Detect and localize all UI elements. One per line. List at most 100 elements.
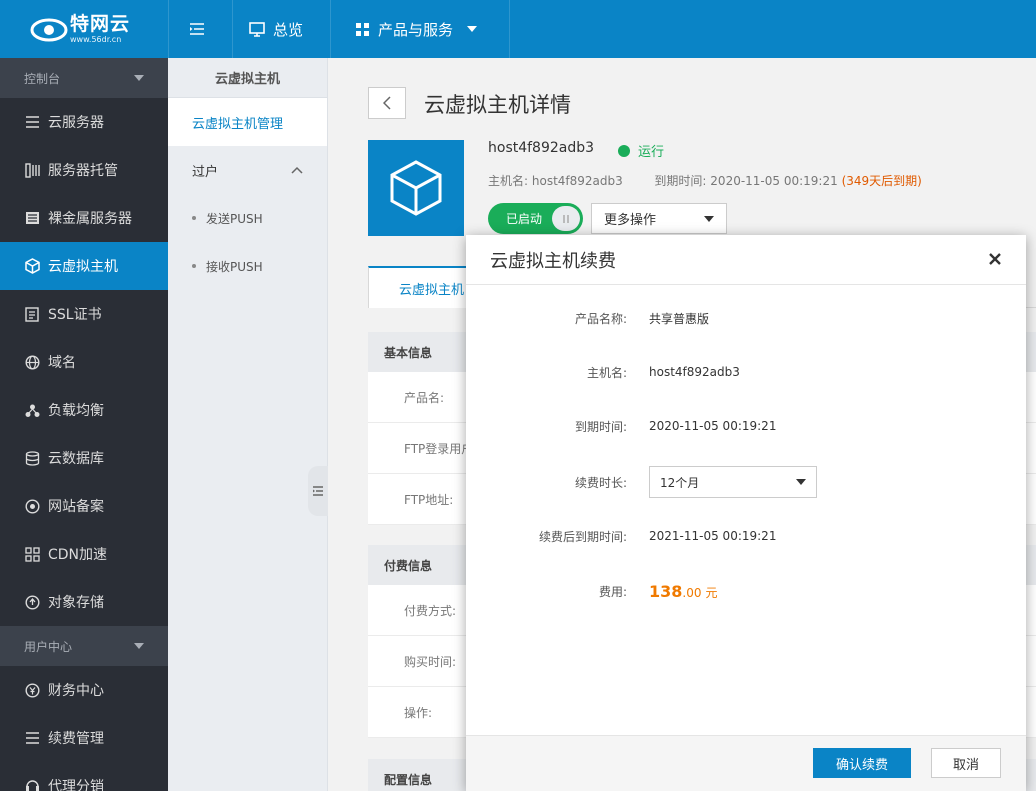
- more-actions-dropdown[interactable]: 更多操作: [591, 203, 727, 234]
- sidebar-item-database[interactable]: 云数据库: [0, 434, 168, 482]
- sidebar-item-cloud-server[interactable]: 云服务器: [0, 98, 168, 146]
- sidebar-item-storage[interactable]: 对象存储: [0, 578, 168, 626]
- status-badge: 运行: [618, 141, 664, 160]
- chevron-left-icon: [383, 96, 391, 110]
- finance-icon: [24, 682, 40, 698]
- fee-integer: 138: [649, 581, 683, 601]
- caret-down-icon: [704, 215, 714, 222]
- storage-icon: [24, 594, 40, 610]
- nav-products-label: 产品与服务: [378, 20, 454, 39]
- subside-item-receive-push[interactable]: 接收PUSH: [168, 242, 327, 290]
- logo[interactable]: 特网云 www.56dr.cn: [0, 0, 168, 58]
- subside-link-manage[interactable]: 云虚拟主机管理: [168, 98, 327, 146]
- sidebar-item-label: 云服务器: [48, 115, 104, 131]
- caret-down-icon: [467, 26, 478, 32]
- record-icon: [24, 498, 40, 514]
- host-meta: 主机名: host4f892adb3 到期时间: 2020-11-05 00:1…: [488, 172, 922, 189]
- subside-item-label: 发送PUSH: [206, 211, 263, 226]
- product-value: 共享普惠版: [649, 311, 710, 326]
- logo-mark-icon: [30, 14, 68, 44]
- form-row-product: 产品名称: 共享普惠版: [466, 302, 1026, 334]
- sidebar-item-load-balance[interactable]: 负载均衡: [0, 386, 168, 434]
- nav-products[interactable]: 产品与服务: [330, 0, 510, 58]
- host-value: host4f892adb3: [649, 365, 740, 379]
- dialog-footer: 确认续费 取消: [466, 735, 1026, 791]
- caret-down-icon: [134, 643, 144, 649]
- power-toggle-label: 已启动: [506, 212, 543, 226]
- confirm-renew-button[interactable]: 确认续费: [813, 748, 911, 778]
- cancel-button[interactable]: 取消: [931, 748, 1001, 778]
- sidebar-item-label: 财务中心: [48, 683, 104, 699]
- expire-value: 2020-11-05 00:19:21: [710, 174, 838, 188]
- collapse-sidebar-button[interactable]: [308, 466, 328, 516]
- form-row-host: 主机名: host4f892adb3: [466, 356, 1026, 388]
- cube-icon: [390, 160, 442, 216]
- more-actions-label: 更多操作: [604, 213, 657, 228]
- host-label: 主机名:: [586, 365, 627, 380]
- certificate-icon: [24, 306, 40, 322]
- sidebar-item-virtual-host[interactable]: 云虚拟主机: [0, 242, 168, 290]
- page-title: 云虚拟主机详情: [424, 93, 571, 117]
- renew-icon: [24, 730, 40, 746]
- server-icon: [24, 114, 40, 130]
- renew-dialog: 云虚拟主机续费 产品名称: 共享普惠版 主机名: host4f892adb3 到…: [466, 235, 1026, 791]
- sidebar-item-label: 云数据库: [48, 451, 104, 467]
- host-label: 主机名:: [488, 174, 529, 188]
- pause-icon: [552, 206, 580, 231]
- sidebar-item-baremetal[interactable]: 裸金属服务器: [0, 194, 168, 242]
- expire-warning: (349天后到期): [841, 174, 922, 188]
- sidebar-group-user-center[interactable]: 用户中心: [0, 626, 168, 666]
- rack-icon: [24, 162, 40, 178]
- top-bar: 特网云 www.56dr.cn 总览 产品与服务: [0, 0, 1036, 58]
- form-row-duration: 续费时长: 12个月: [466, 466, 1026, 498]
- sidebar-item-label: CDN加速: [48, 547, 108, 563]
- back-button[interactable]: [368, 87, 406, 119]
- grid-icon: [356, 22, 369, 36]
- secondary-sidebar: 云虚拟主机 云虚拟主机管理 过户 发送PUSH 接收PUSH: [168, 58, 328, 791]
- host-name: host4f892adb3: [488, 140, 595, 156]
- sidebar-item-label: 续费管理: [48, 731, 104, 747]
- status-dot-icon: [618, 144, 630, 157]
- subside-group-transfer[interactable]: 过户: [168, 146, 327, 194]
- sidebar-item-finance[interactable]: 财务中心: [0, 666, 168, 714]
- host-card: [368, 140, 464, 236]
- power-toggle[interactable]: 已启动: [488, 203, 583, 234]
- sidebar-item-label: 对象存储: [48, 595, 104, 611]
- sidebar-item-record[interactable]: 网站备案: [0, 482, 168, 530]
- sidebar: 控制台 云服务器 服务器托管 裸金属服务器 云虚拟主机 SSL证书 域名 负载均…: [0, 58, 168, 791]
- menu-toggle-button[interactable]: [168, 0, 232, 58]
- duration-select[interactable]: 12个月: [649, 466, 817, 498]
- subside-item-send-push[interactable]: 发送PUSH: [168, 194, 327, 242]
- sidebar-item-agent[interactable]: 代理分销: [0, 762, 168, 791]
- tab-virtual-host[interactable]: 云虚拟主机: [368, 266, 468, 308]
- sidebar-item-ssl[interactable]: SSL证书: [0, 290, 168, 338]
- expire-label: 到期时间:: [654, 174, 707, 188]
- duration-value: 12个月: [660, 475, 700, 490]
- sidebar-item-label: SSL证书: [48, 307, 102, 323]
- sidebar-group-console[interactable]: 控制台: [0, 58, 168, 98]
- nav-overview[interactable]: 总览: [232, 0, 330, 58]
- bullet-icon: [192, 264, 196, 268]
- subside-item-label: 接收PUSH: [206, 259, 263, 274]
- duration-label: 续费时长:: [574, 475, 627, 490]
- logo-title: 特网云: [70, 13, 131, 35]
- sidebar-item-label: 网站备案: [48, 499, 104, 515]
- close-icon[interactable]: [988, 249, 1002, 271]
- menu-collapse-icon: [313, 486, 323, 496]
- sidebar-item-domain[interactable]: 域名: [0, 338, 168, 386]
- sidebar-item-hosting[interactable]: 服务器托管: [0, 146, 168, 194]
- secondary-sidebar-title: 云虚拟主机: [168, 58, 327, 98]
- chevron-up-icon: [291, 166, 303, 174]
- dialog-header: 云虚拟主机续费: [466, 235, 1026, 285]
- globe-icon: [24, 354, 40, 370]
- sidebar-item-cdn[interactable]: CDN加速: [0, 530, 168, 578]
- sidebar-item-renew[interactable]: 续费管理: [0, 714, 168, 762]
- cdn-icon: [24, 546, 40, 562]
- form-row-new-expire: 续费后到期时间: 2021-11-05 00:19:21: [466, 520, 1026, 552]
- fee-amount: 138.00 元: [649, 582, 718, 601]
- new-expire-value: 2021-11-05 00:19:21: [649, 529, 777, 543]
- bullet-icon: [192, 216, 196, 220]
- form-row-expire: 到期时间: 2020-11-05 00:19:21: [466, 410, 1026, 442]
- caret-down-icon: [134, 75, 144, 81]
- dialog-title: 云虚拟主机续费: [490, 250, 616, 272]
